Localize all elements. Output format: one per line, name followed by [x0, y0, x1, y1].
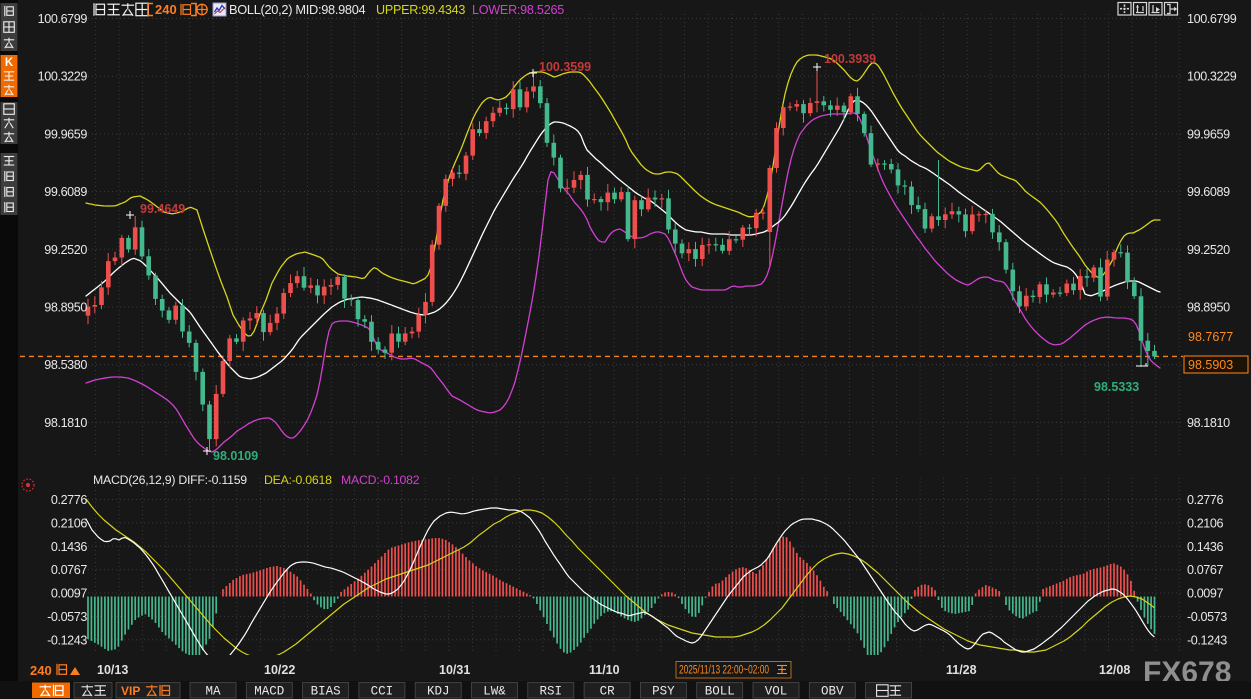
svg-text:10/22: 10/22: [264, 663, 295, 677]
svg-text:98.8950: 98.8950: [1187, 301, 1230, 315]
svg-text:100.3939: 100.3939: [824, 52, 876, 66]
svg-text:BOLL(20,2) MID:98.9804: BOLL(20,2) MID:98.9804: [229, 2, 366, 17]
svg-text:98.5380: 98.5380: [44, 358, 87, 372]
svg-text:98.0109: 98.0109: [213, 449, 258, 463]
svg-text:K: K: [5, 57, 14, 69]
svg-text:0.2106: 0.2106: [1187, 516, 1224, 530]
svg-text:MACD: MACD: [254, 685, 284, 699]
svg-text:10/13: 10/13: [97, 663, 128, 677]
svg-text:99.9659: 99.9659: [1187, 127, 1230, 141]
svg-text:98.1810: 98.1810: [44, 416, 87, 430]
svg-text:99.9659: 99.9659: [44, 127, 87, 141]
svg-text:0.0097: 0.0097: [51, 587, 88, 601]
svg-text:10/31: 10/31: [439, 663, 470, 677]
svg-text:MA: MA: [205, 685, 221, 699]
svg-text:CR: CR: [600, 685, 616, 699]
svg-text:LW&: LW&: [483, 685, 506, 699]
svg-text:100.3229: 100.3229: [38, 70, 88, 84]
svg-text:0.0097: 0.0097: [1187, 587, 1224, 601]
svg-text:99.6089: 99.6089: [1187, 185, 1230, 199]
svg-text:CCI: CCI: [371, 685, 394, 699]
svg-text:VOL: VOL: [765, 685, 788, 699]
svg-text:VIP: VIP: [121, 684, 140, 698]
svg-text:0.2106: 0.2106: [51, 516, 88, 530]
svg-text:MACD(26,12,9) DIFF:-0.1159: MACD(26,12,9) DIFF:-0.1159: [93, 473, 247, 487]
svg-text:0.1436: 0.1436: [1187, 540, 1224, 554]
svg-text:BIAS: BIAS: [311, 685, 341, 699]
svg-text:98.5333: 98.5333: [1094, 380, 1139, 394]
svg-text:11/28: 11/28: [946, 663, 977, 677]
svg-text:98.7677: 98.7677: [1188, 330, 1233, 344]
svg-text:12/08: 12/08: [1099, 663, 1130, 677]
svg-text:PSY: PSY: [652, 685, 675, 699]
svg-text:0.1436: 0.1436: [51, 540, 88, 554]
svg-text:-0.1243: -0.1243: [1187, 633, 1227, 647]
svg-text:100.6799: 100.6799: [1187, 12, 1237, 26]
svg-text:11/10: 11/10: [589, 663, 620, 677]
svg-text:-0.1243: -0.1243: [47, 633, 87, 647]
svg-text:98.5903: 98.5903: [1188, 358, 1233, 372]
svg-text:LOWER:98.5265: LOWER:98.5265: [472, 3, 564, 17]
svg-text:98.1810: 98.1810: [1187, 416, 1230, 430]
svg-text:RSI: RSI: [540, 685, 563, 699]
svg-text:100.6799: 100.6799: [38, 12, 88, 26]
svg-text:240: 240: [155, 2, 177, 17]
svg-text:0.0767: 0.0767: [51, 563, 88, 577]
svg-text:0.2776: 0.2776: [51, 493, 88, 507]
svg-text:99.6089: 99.6089: [44, 185, 87, 199]
svg-text:0.0767: 0.0767: [1187, 563, 1224, 577]
svg-text:DEA:-0.0618: DEA:-0.0618: [264, 473, 332, 487]
svg-text:KDJ: KDJ: [427, 685, 450, 699]
svg-text:100.3599: 100.3599: [539, 60, 591, 74]
svg-text:240: 240: [30, 663, 52, 678]
svg-text:0.2776: 0.2776: [1187, 493, 1224, 507]
svg-text:2025/11/13 22:00~02:00: 2025/11/13 22:00~02:00: [679, 665, 769, 677]
svg-text:OBV: OBV: [821, 685, 844, 699]
svg-text:99.4649: 99.4649: [140, 202, 185, 216]
svg-text:UPPER:99.4343: UPPER:99.4343: [376, 3, 465, 17]
svg-text:100.3229: 100.3229: [1187, 70, 1237, 84]
svg-text:MACD:-0.1082: MACD:-0.1082: [341, 473, 420, 487]
svg-text:99.2520: 99.2520: [1187, 243, 1230, 257]
svg-text:99.2520: 99.2520: [44, 243, 87, 257]
svg-text:BOLL: BOLL: [705, 685, 735, 699]
svg-text:-0.0573: -0.0573: [1187, 610, 1227, 624]
svg-text:-0.0573: -0.0573: [47, 610, 87, 624]
svg-text:98.8950: 98.8950: [44, 301, 87, 315]
